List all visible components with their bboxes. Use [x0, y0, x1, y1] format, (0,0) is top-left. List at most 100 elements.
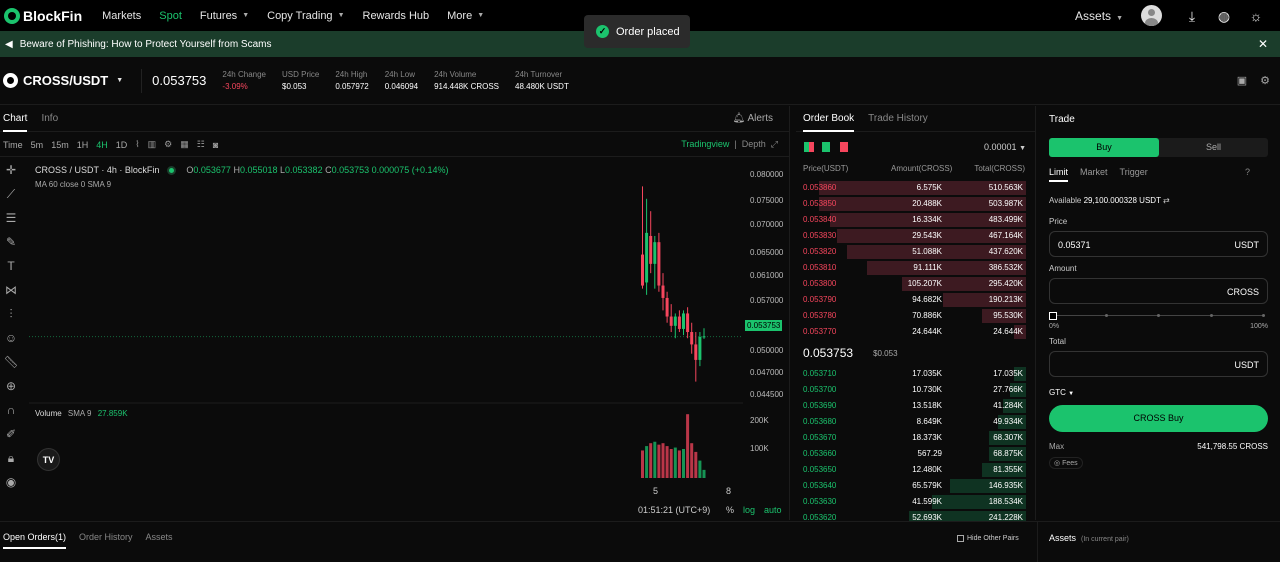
ask-row[interactable]: 0.053800 105.207K 295.420K	[796, 276, 1026, 292]
close-icon[interactable]: ✕	[1258, 37, 1268, 51]
crosshair-icon[interactable]: ✛	[6, 158, 16, 182]
bid-row[interactable]: 0.053680 8.649K 49.934K	[796, 414, 1026, 430]
nav-item-copy-trading[interactable]: Copy Trading ▼	[267, 10, 344, 22]
grid-icon[interactable]: ▦	[180, 139, 189, 150]
alerts-button[interactable]: 🔔︎ Alerts	[733, 113, 774, 124]
chart-style-icon[interactable]: ▥	[148, 139, 157, 150]
ask-row[interactable]: 0.053830 29.543K 467.164K	[796, 228, 1026, 244]
ask-row[interactable]: 0.053820 51.088K 437.620K	[796, 244, 1026, 260]
amount-slider[interactable]	[1049, 311, 1268, 321]
hide-other-pairs-checkbox[interactable]: Hide Other Pairs	[957, 535, 1019, 542]
nav-item-markets[interactable]: Markets	[102, 10, 141, 22]
gear-icon[interactable]: ⚙	[1260, 74, 1270, 87]
theme-icon[interactable]: ☼	[1248, 8, 1264, 24]
fullscreen-icon[interactable]: ⤢	[771, 139, 778, 149]
timeframe-15m[interactable]: 15m	[51, 140, 69, 150]
bid-row[interactable]: 0.053630 41.599K 188.534K	[796, 494, 1026, 510]
buy-submit-button[interactable]: CROSS Buy	[1049, 405, 1268, 432]
tab-market[interactable]: Market	[1080, 167, 1108, 185]
pair-selector[interactable]: CROSS/USDT	[23, 73, 108, 88]
tab-chart[interactable]: Chart	[3, 106, 28, 132]
tick-size-select[interactable]: 0.00001 ▼	[984, 142, 1026, 152]
bid-row[interactable]: 0.053710 17.035K 17.035K	[796, 366, 1026, 382]
lock-drawing-icon[interactable]: ✐	[6, 422, 16, 446]
eye-icon[interactable]: ◉	[6, 470, 16, 494]
timeframe-time[interactable]: Time	[3, 140, 23, 150]
settings-icon[interactable]: ⚙	[164, 139, 172, 150]
ask-row[interactable]: 0.053860 6.575K 510.563K	[796, 180, 1026, 196]
slider-mark-25[interactable]	[1105, 314, 1108, 317]
log-scale-toggle[interactable]: log	[743, 505, 755, 515]
brush-icon[interactable]: ✎	[6, 230, 16, 254]
trendline-icon[interactable]: ⟋	[7, 182, 15, 206]
emoji-icon[interactable]: ☺	[5, 326, 17, 350]
ask-row[interactable]: 0.053810 91.111K 386.532K	[796, 260, 1026, 276]
timeframe-1h[interactable]: 1H	[77, 140, 89, 150]
tab-trigger[interactable]: Trigger	[1120, 167, 1148, 185]
text-icon[interactable]: T	[7, 254, 14, 278]
nav-item-futures[interactable]: Futures ▼	[200, 10, 249, 22]
indicator-icon[interactable]: ⌇	[135, 139, 139, 150]
template-icon[interactable]: ☷	[197, 139, 205, 150]
percent-scale-toggle[interactable]: %	[726, 505, 734, 515]
lock-icon[interactable]: 🔒︎	[8, 446, 14, 470]
asks-only-icon[interactable]	[840, 142, 850, 152]
ma-indicator-label[interactable]: MA 60 close 0 SMA 9	[35, 180, 111, 189]
bid-row[interactable]: 0.053690 13.518K 41.284K	[796, 398, 1026, 414]
nav-item-rewards-hub[interactable]: Rewards Hub	[363, 10, 430, 22]
bid-row[interactable]: 0.053660 567.29 68.875K	[796, 446, 1026, 462]
ask-row[interactable]: 0.053850 20.488K 503.987K	[796, 196, 1026, 212]
slider-mark-100[interactable]	[1262, 314, 1265, 317]
bid-row[interactable]: 0.053700 10.730K 27.766K	[796, 382, 1026, 398]
chevron-down-icon[interactable]: ▼	[116, 77, 123, 84]
time-in-force-select[interactable]: GTC ▼	[1049, 388, 1074, 397]
tab-trade-history[interactable]: Trade History	[868, 106, 928, 132]
nav-item-spot[interactable]: Spot	[159, 10, 182, 22]
magnet-icon[interactable]: ∩	[7, 398, 16, 422]
pattern-icon[interactable]: ⋈	[5, 278, 17, 302]
timeframe-5m[interactable]: 5m	[31, 140, 44, 150]
tab-open-orders[interactable]: Open Orders(1)	[3, 532, 67, 549]
tradingview-logo[interactable]: TV	[37, 448, 60, 471]
download-icon[interactable]: ⤓	[1184, 8, 1200, 24]
ask-row[interactable]: 0.053840 16.334K 483.499K	[796, 212, 1026, 228]
transfer-icon[interactable]: ⇄	[1163, 196, 1170, 205]
layout-icon[interactable]: ▣	[1237, 74, 1247, 87]
both-sides-icon[interactable]	[804, 142, 814, 152]
bid-row[interactable]: 0.053650 12.480K 81.355K	[796, 462, 1026, 478]
ask-row[interactable]: 0.053770 24.644K 24.644K	[796, 324, 1026, 340]
nav-item-more[interactable]: More ▼	[447, 10, 484, 22]
fees-button[interactable]: ◎ Fees	[1049, 457, 1083, 469]
timeframe-1d[interactable]: 1D	[116, 140, 128, 150]
price-input[interactable]: 0.05371 USDT	[1049, 231, 1268, 257]
view-depth[interactable]: Depth	[742, 139, 766, 149]
bids-only-icon[interactable]	[822, 142, 832, 152]
tab-assets[interactable]: Assets	[146, 532, 173, 549]
zoom-in-icon[interactable]: ⊕	[6, 374, 16, 398]
bid-row[interactable]: 0.053670 18.373K 68.307K	[796, 430, 1026, 446]
ruler-icon[interactable]: 📏︎	[3, 350, 18, 374]
auto-scale-toggle[interactable]: auto	[764, 505, 782, 515]
blockfin-logo[interactable]: BlockFin	[4, 7, 82, 24]
slider-handle[interactable]	[1049, 312, 1057, 320]
tab-limit[interactable]: Limit	[1049, 167, 1069, 182]
avatar[interactable]	[1141, 5, 1162, 26]
tab-info[interactable]: Info	[41, 106, 58, 132]
horizontal-lines-icon[interactable]: ☰	[6, 206, 17, 230]
globe-icon[interactable]: ◍	[1216, 8, 1232, 24]
amount-input[interactable]: CROSS	[1049, 278, 1268, 304]
tab-order-book[interactable]: Order Book	[803, 106, 855, 132]
banner-text[interactable]: Beware of Phishing: How to Protect Yours…	[20, 39, 272, 50]
help-icon[interactable]: ?	[1245, 167, 1250, 177]
camera-icon[interactable]: ◙	[213, 140, 218, 150]
view-tradingview[interactable]: Tradingview	[681, 139, 729, 149]
assets-menu-button[interactable]: Assets ▼	[1075, 9, 1123, 23]
sell-tab[interactable]: Sell	[1159, 138, 1268, 157]
chart-canvas[interactable]: 58	[29, 158, 743, 520]
bid-row[interactable]: 0.053640 65.579K 146.935K	[796, 478, 1026, 494]
price-chart[interactable]: 58 CROSS / USDT · 4h · BlockFin O0.05367…	[29, 158, 743, 520]
price-axis[interactable]: 0.080000 0.075000 0.070000 0.065000 0.061000…	[743, 158, 789, 520]
ask-row[interactable]: 0.053790 94.682K 190.213K	[796, 292, 1026, 308]
ask-row[interactable]: 0.053780 70.886K 95.530K	[796, 308, 1026, 324]
tab-order-history[interactable]: Order History	[79, 532, 133, 549]
